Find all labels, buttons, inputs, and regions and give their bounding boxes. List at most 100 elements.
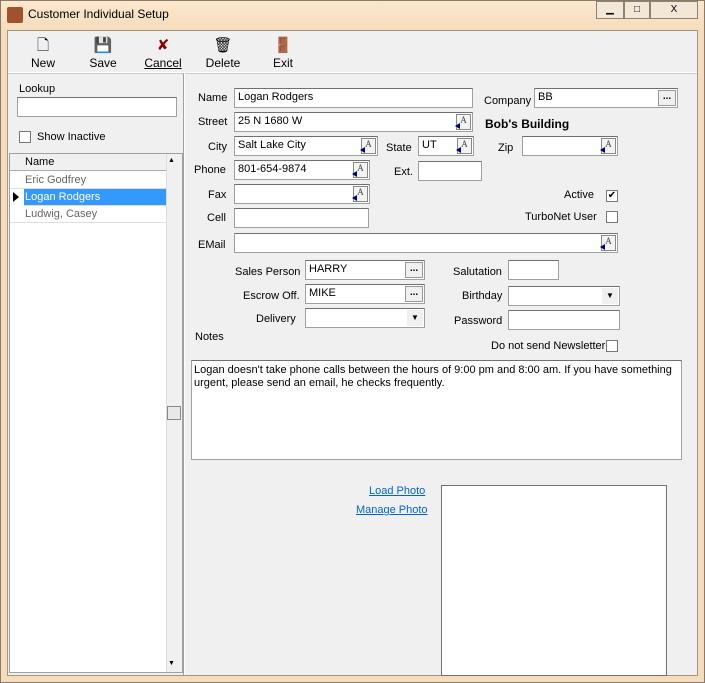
- escrow-label: Escrow Off.: [243, 290, 300, 302]
- cancel-button[interactable]: ✘ Cancel: [138, 36, 188, 70]
- company-name: Bob's Building: [485, 117, 570, 131]
- newsletter-checkbox[interactable]: [606, 340, 618, 352]
- new-label: New: [30, 56, 55, 70]
- email-input[interactable]: A: [234, 233, 618, 253]
- salutation-label: Salutation: [453, 266, 502, 278]
- zip-input[interactable]: A: [522, 136, 618, 156]
- lookup-input[interactable]: [17, 97, 177, 117]
- salesperson-value: HARRY: [309, 263, 348, 275]
- name-input[interactable]: Logan Rodgers: [234, 88, 473, 108]
- save-button[interactable]: 💾 Save: [78, 36, 128, 70]
- scroll-up-icon[interactable]: ▲: [168, 157, 175, 164]
- birthday-label: Birthday: [462, 290, 503, 302]
- fax-input[interactable]: A: [234, 184, 370, 204]
- row-pointer-icon: [13, 192, 19, 202]
- toolbar-divider: [8, 72, 697, 74]
- delete-label: Delete: [205, 56, 241, 70]
- company-input[interactable]: BB...: [534, 88, 678, 108]
- cancel-label: Cancel: [144, 56, 182, 70]
- email-label: EMail: [198, 239, 226, 251]
- cell-input[interactable]: [234, 208, 369, 228]
- load-photo-link[interactable]: Load Photo: [369, 485, 425, 497]
- zip-label: Zip: [498, 142, 514, 154]
- company-value: BB: [538, 91, 553, 103]
- chevron-down-icon[interactable]: ▼: [602, 288, 618, 304]
- trash-icon: 🗑: [213, 37, 233, 54]
- delivery-dropdown[interactable]: ▼: [305, 308, 425, 328]
- lookup-label: Lookup: [19, 83, 56, 95]
- grid-row[interactable]: Eric Godfrey: [10, 172, 166, 189]
- email-lookup-icon[interactable]: A: [600, 235, 616, 251]
- salutation-input[interactable]: [508, 260, 559, 280]
- exit-button[interactable]: 🚪 Exit: [258, 36, 308, 70]
- state-value: UT: [422, 139, 437, 151]
- notes-label: Notes: [195, 331, 224, 343]
- escrow-input[interactable]: MIKE...: [305, 284, 425, 304]
- state-input[interactable]: UT A: [418, 136, 474, 156]
- state-label: State: [386, 142, 412, 154]
- manage-photo-link[interactable]: Manage Photo: [356, 504, 428, 516]
- zip-lookup-icon[interactable]: A: [600, 138, 616, 154]
- show-inactive-checkbox[interactable]: [19, 131, 31, 143]
- password-input[interactable]: [508, 310, 620, 330]
- phone-label: Phone: [194, 164, 226, 176]
- city-value: Salt Lake City: [238, 139, 306, 151]
- customer-grid: [9, 153, 183, 673]
- city-label: City: [208, 141, 227, 153]
- fax-lookup-icon[interactable]: A: [352, 186, 368, 202]
- close-button[interactable]: X: [650, 1, 698, 19]
- salesperson-input[interactable]: HARRY...: [305, 260, 425, 280]
- cell-label: Cell: [207, 212, 226, 224]
- password-label: Password: [454, 315, 503, 327]
- turbonet-label: TurboNet User: [525, 211, 597, 223]
- save-label: Save: [89, 56, 117, 70]
- photo-frame: [441, 485, 667, 676]
- chevron-down-icon[interactable]: ▼: [407, 310, 423, 326]
- phone-value: 801-654-9874: [238, 163, 307, 175]
- state-lookup-icon[interactable]: A: [456, 138, 472, 154]
- company-lookup-button[interactable]: ...: [658, 90, 676, 106]
- street-value: 25 N 1680 W: [238, 115, 303, 127]
- street-label: Street: [198, 116, 228, 128]
- name-label: Name: [198, 92, 228, 104]
- grid-row-selected[interactable]: Logan Rodgers: [24, 189, 166, 206]
- phone-input[interactable]: 801-654-9874 A: [234, 160, 370, 180]
- grid-row[interactable]: Ludwig, Casey: [10, 206, 166, 223]
- grid-header-name[interactable]: Name: [10, 154, 166, 171]
- floppy-disk-icon: 💾: [93, 37, 113, 54]
- birthday-dropdown[interactable]: ▼: [508, 286, 620, 306]
- street-input[interactable]: 25 N 1680 W A: [234, 112, 473, 132]
- delivery-label: Delivery: [256, 313, 296, 325]
- company-label: Company: [484, 95, 532, 107]
- fax-label: Fax: [208, 189, 227, 201]
- window-title: Customer Individual Setup: [28, 7, 169, 21]
- app-logo-icon: [7, 7, 23, 23]
- show-inactive-label: Show Inactive: [37, 131, 106, 143]
- panel-splitter[interactable]: [183, 73, 185, 675]
- ext-label: Ext.: [394, 166, 413, 178]
- delete-button[interactable]: 🗑 Delete: [198, 36, 248, 70]
- salesperson-label: Sales Person: [235, 266, 301, 278]
- city-input[interactable]: Salt Lake City A: [234, 136, 378, 156]
- active-checkbox[interactable]: ✔: [606, 190, 618, 202]
- exit-door-icon: 🚪: [273, 37, 293, 54]
- salesperson-lookup-button[interactable]: ...: [405, 262, 423, 278]
- ext-input[interactable]: [418, 161, 482, 181]
- new-document-icon: 🗋: [36, 37, 50, 54]
- escrow-lookup-button[interactable]: ...: [405, 286, 423, 302]
- newsletter-label: Do not send Newsletter: [491, 340, 606, 352]
- minimize-button[interactable]: ▁: [596, 1, 624, 19]
- city-lookup-icon[interactable]: A: [360, 138, 376, 154]
- turbonet-checkbox[interactable]: [606, 211, 618, 223]
- exit-label: Exit: [272, 56, 293, 70]
- scroll-down-icon[interactable]: ▼: [168, 660, 175, 667]
- address-lookup-icon[interactable]: A: [455, 114, 471, 130]
- x-icon: ✘: [156, 37, 170, 54]
- phone-lookup-icon[interactable]: A: [352, 162, 368, 178]
- scroll-thumb[interactable]: [167, 406, 181, 420]
- new-button[interactable]: 🗋 New: [18, 36, 68, 70]
- notes-textarea[interactable]: Logan doesn't take phone calls between t…: [191, 360, 682, 460]
- active-label: Active: [564, 189, 594, 201]
- maximize-button[interactable]: □: [624, 1, 650, 19]
- escrow-value: MIKE: [309, 287, 336, 299]
